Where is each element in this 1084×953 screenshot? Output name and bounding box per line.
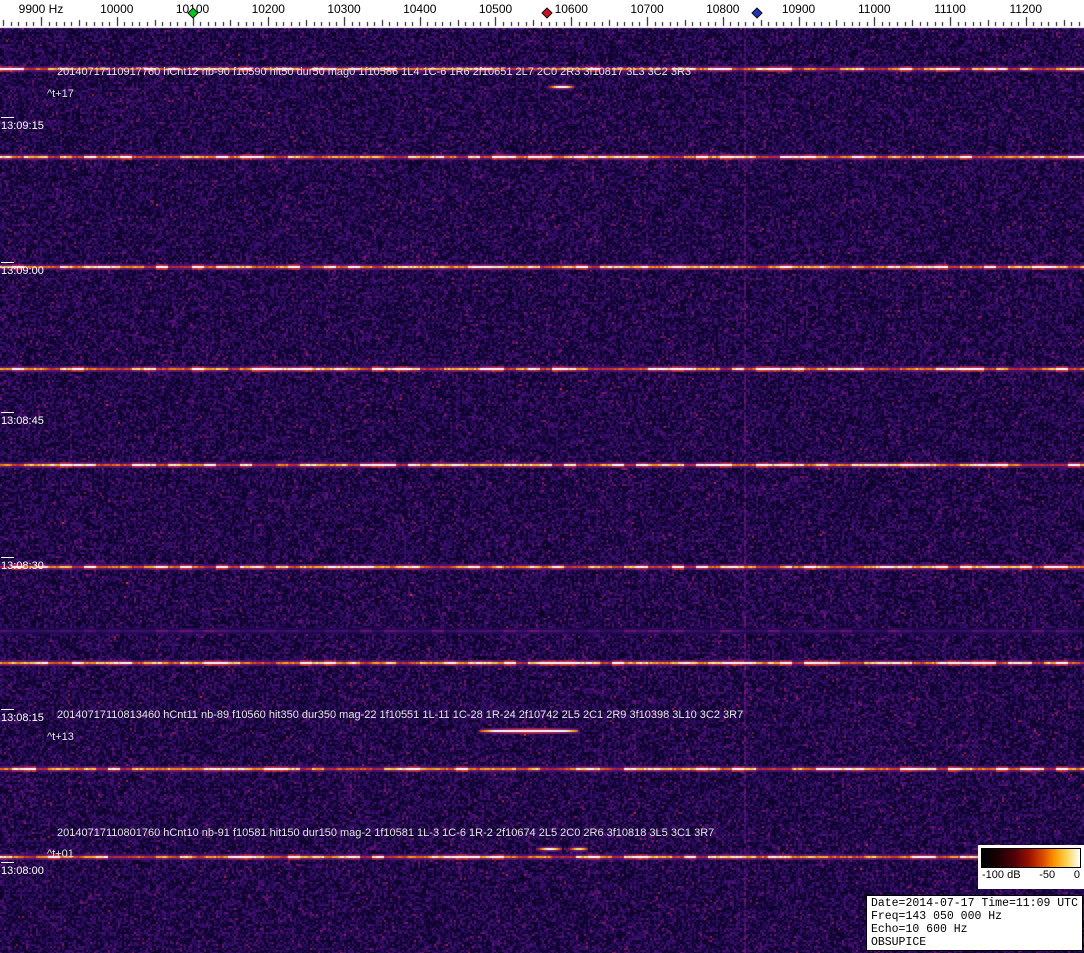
info-line: OBSUPICE <box>871 936 1078 949</box>
time-label-group: 13:09:15 <box>1 117 44 132</box>
meteor-event-tag: ^t+01 <box>47 848 74 860</box>
red-diamond-marker-icon[interactable] <box>541 7 552 18</box>
blue-diamond-marker-icon[interactable] <box>751 7 762 18</box>
freq-tick-label: 10700 <box>630 2 663 16</box>
freq-tick-label: 11000 <box>858 2 890 16</box>
freq-tick-label: 11200 <box>1010 2 1042 16</box>
colorbar-max-label: 0 <box>1074 869 1080 881</box>
freq-tick-label: 9900 Hz <box>19 2 64 16</box>
info-line: Echo=10 600 Hz <box>871 923 1078 936</box>
time-label-group: 13:08:45 <box>1 412 44 427</box>
meteor-event-tag: ^t+13 <box>47 731 74 743</box>
meteor-event-annotation: 20140717110917760 hCnt12 nb-90 f10590 hi… <box>57 66 691 78</box>
info-line: Date=2014-07-17 Time=11:09 UTC <box>871 897 1078 910</box>
freq-tick-label: 10900 <box>782 2 815 16</box>
info-line: Freq=143 050 000 Hz <box>871 910 1078 923</box>
time-tick-mark <box>1 862 14 863</box>
colorbar-min-label: -100 dB <box>982 869 1021 881</box>
info-box: Date=2014-07-17 Time=11:09 UTC Freq=143 0… <box>866 895 1083 951</box>
colorbar-mid-label: -50 <box>1039 869 1055 881</box>
time-label: 13:08:30 <box>1 560 44 572</box>
time-label: 13:08:45 <box>1 415 44 427</box>
time-tick-mark <box>1 262 14 263</box>
time-tick-mark <box>1 117 14 118</box>
time-label-group: 13:08:30 <box>1 557 44 572</box>
time-tick-mark <box>1 412 14 413</box>
intensity-colorbar: -100 dB -50 0 <box>978 845 1084 889</box>
time-label-group: 13:08:00 <box>1 862 44 877</box>
waterfall-spectrogram-canvas[interactable] <box>0 0 1084 953</box>
freq-tick-label: 10600 <box>555 2 588 16</box>
time-label: 13:09:15 <box>1 120 44 132</box>
freq-tick-label: 10000 <box>100 2 133 16</box>
time-tick-mark <box>1 557 14 558</box>
freq-tick-label: 10400 <box>403 2 436 16</box>
meteor-event-annotation: 20140717110813460 hCnt11 nb-89 f10560 hi… <box>57 709 743 721</box>
time-label: 13:08:15 <box>1 712 44 724</box>
time-label-group: 13:08:15 <box>1 709 44 724</box>
freq-tick-label: 10800 <box>706 2 739 16</box>
colorbar-labels: -100 dB -50 0 <box>981 869 1081 881</box>
time-tick-mark <box>1 709 14 710</box>
freq-tick-label: 11100 <box>934 2 966 16</box>
freq-tick-label: 10300 <box>327 2 360 16</box>
freq-tick-label: 10200 <box>252 2 285 16</box>
freq-tick-label: 10500 <box>479 2 512 16</box>
time-label-group: 13:09:00 <box>1 262 44 277</box>
time-label: 13:09:00 <box>1 265 44 277</box>
colorbar-gradient <box>981 848 1081 868</box>
spectrogram-app: 9900 Hz100001010010200103001040010500106… <box>0 0 1084 953</box>
time-label: 13:08:00 <box>1 865 44 877</box>
meteor-event-tag: ^t+17 <box>47 88 74 100</box>
frequency-ruler: 9900 Hz100001010010200103001040010500106… <box>0 0 1084 28</box>
meteor-event-annotation: 20140717110801760 hCnt10 nb-91 f10581 hi… <box>57 827 714 839</box>
